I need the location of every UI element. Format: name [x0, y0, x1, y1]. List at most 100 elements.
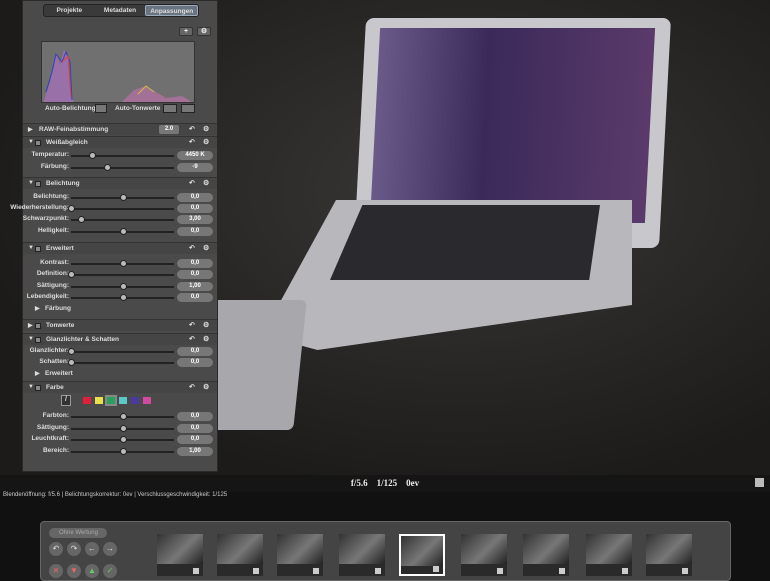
- previous-button[interactable]: ←: [85, 542, 99, 556]
- gear-icon[interactable]: ⚙: [197, 27, 211, 36]
- tab-projects[interactable]: Projekte: [44, 5, 95, 16]
- auto-exposure-button[interactable]: [95, 104, 107, 113]
- enable-checkbox[interactable]: [35, 246, 41, 252]
- disclosure-triangle-icon[interactable]: ▼: [28, 336, 34, 342]
- thumbnail[interactable]: [399, 534, 445, 576]
- slider-knob[interactable]: [119, 283, 127, 290]
- thumbnail[interactable]: [339, 534, 385, 576]
- value-field[interactable]: 0,0: [177, 424, 213, 433]
- slider-knob[interactable]: [104, 164, 112, 171]
- auto-levels-rgb-button[interactable]: [181, 104, 195, 113]
- slider-knob[interactable]: [119, 436, 127, 443]
- value-field[interactable]: 3,00: [177, 215, 213, 224]
- value-field[interactable]: 0,0: [177, 347, 213, 356]
- gear-icon[interactable]: ⚙: [203, 321, 209, 329]
- enable-checkbox[interactable]: [35, 385, 41, 391]
- next-button[interactable]: →: [103, 542, 117, 556]
- disclosure-triangle-icon[interactable]: ▼: [28, 384, 34, 390]
- slider-knob[interactable]: [119, 425, 127, 432]
- slider-knob[interactable]: [119, 260, 127, 267]
- slider-knob[interactable]: [68, 348, 75, 355]
- gear-icon[interactable]: ⚙: [203, 335, 209, 343]
- rotate-right-button[interactable]: ↷: [67, 542, 81, 556]
- slider-knob[interactable]: [119, 228, 127, 235]
- disclosure-triangle-icon[interactable]: ▼: [28, 245, 34, 251]
- color-swatch[interactable]: [83, 397, 91, 404]
- disclosure-triangle-icon[interactable]: ▼: [28, 139, 34, 145]
- value-field[interactable]: 4450 K: [177, 151, 213, 160]
- section-header[interactable]: ▼ Weißabgleich ↶ ⚙: [23, 136, 217, 148]
- value-field[interactable]: 0,0: [177, 412, 213, 421]
- value-field[interactable]: 0,0: [177, 435, 213, 444]
- section-header[interactable]: ▶ Tonwerte ↶ ⚙: [23, 319, 217, 331]
- slider[interactable]: [71, 413, 174, 420]
- value-field[interactable]: 1,00: [177, 447, 213, 456]
- color-swatch[interactable]: [131, 397, 139, 404]
- slider[interactable]: [71, 152, 174, 159]
- slider[interactable]: [71, 425, 174, 432]
- slider-knob[interactable]: [68, 271, 75, 278]
- disclosure-triangle-icon[interactable]: ▶: [28, 126, 33, 133]
- enable-checkbox[interactable]: [35, 181, 41, 187]
- section-header[interactable]: ▼ Belichtung ↶ ⚙: [23, 177, 217, 189]
- slider-knob[interactable]: [68, 359, 75, 366]
- gear-icon[interactable]: ⚙: [203, 125, 209, 133]
- metadata-badge-icon[interactable]: [755, 478, 764, 487]
- value-field[interactable]: 0,0: [177, 293, 213, 302]
- disclosure-triangle-icon[interactable]: ▼: [28, 180, 34, 186]
- slider-knob[interactable]: [119, 294, 127, 301]
- thumbnail[interactable]: [157, 534, 203, 576]
- value-field[interactable]: 0,0: [177, 227, 213, 236]
- value-field[interactable]: 1,00: [177, 282, 213, 291]
- gear-icon[interactable]: ⚙: [203, 383, 209, 391]
- slider[interactable]: [71, 283, 174, 290]
- thumbnail[interactable]: [217, 534, 263, 576]
- slider-knob[interactable]: [78, 216, 86, 223]
- thumbnail[interactable]: [646, 534, 692, 576]
- tab-metadata[interactable]: Metadaten: [95, 5, 146, 16]
- enable-checkbox[interactable]: [35, 140, 41, 146]
- slider[interactable]: [71, 448, 174, 455]
- value-field[interactable]: 0,0: [177, 259, 213, 268]
- slider[interactable]: [68, 348, 174, 355]
- add-adjustment-button[interactable]: +: [179, 27, 193, 36]
- value-field[interactable]: 0,0: [177, 193, 213, 202]
- section-header[interactable]: ▼ Erweitert ↶ ⚙: [23, 242, 217, 254]
- enable-checkbox[interactable]: [35, 323, 41, 329]
- subsection-toggle[interactable]: ▶ Färbung: [23, 303, 217, 315]
- reset-icon[interactable]: ↶: [189, 179, 195, 187]
- select-button[interactable]: ✓: [103, 564, 117, 578]
- disclosure-triangle-icon[interactable]: ▶: [28, 322, 33, 329]
- value-field[interactable]: -9: [177, 163, 213, 172]
- color-swatch[interactable]: [119, 397, 127, 404]
- slider[interactable]: [71, 294, 174, 301]
- slider[interactable]: [71, 260, 174, 267]
- thumbnail[interactable]: [586, 534, 632, 576]
- enable-checkbox[interactable]: [35, 337, 41, 343]
- gear-icon[interactable]: ⚙: [203, 138, 209, 146]
- rotate-left-button[interactable]: ↶: [49, 542, 63, 556]
- slider[interactable]: [68, 271, 174, 278]
- raw-version-select[interactable]: 2.0: [159, 125, 179, 134]
- slider-knob[interactable]: [88, 152, 96, 159]
- color-swatch[interactable]: [143, 397, 151, 404]
- reject-button[interactable]: ✕: [49, 564, 63, 578]
- section-header[interactable]: ▼ Glanzlichter & Schatten ↶ ⚙: [23, 333, 217, 345]
- slider-knob[interactable]: [68, 205, 75, 212]
- gear-icon[interactable]: ⚙: [203, 244, 209, 252]
- reset-icon[interactable]: ↶: [189, 244, 195, 252]
- value-field[interactable]: 0,0: [177, 204, 213, 213]
- decrease-rating-button[interactable]: ▼: [67, 564, 81, 578]
- subsection-toggle[interactable]: ▶ Erweitert: [23, 368, 217, 380]
- gear-icon[interactable]: ⚙: [203, 179, 209, 187]
- section-header[interactable]: ▼ Farbe ↶ ⚙: [23, 381, 217, 393]
- thumbnail[interactable]: [523, 534, 569, 576]
- reset-icon[interactable]: ↶: [189, 125, 195, 133]
- filter-search-input[interactable]: Ohne Wertung: [49, 528, 107, 538]
- slider[interactable]: [71, 194, 174, 201]
- slider[interactable]: [68, 205, 174, 212]
- thumbnail[interactable]: [461, 534, 507, 576]
- eyedropper-icon[interactable]: /: [61, 395, 71, 406]
- slider[interactable]: [71, 436, 174, 443]
- raw-fine-tuning-header[interactable]: ▶ RAW-Feinabstimmung 2.0 ↶ ⚙: [23, 123, 217, 135]
